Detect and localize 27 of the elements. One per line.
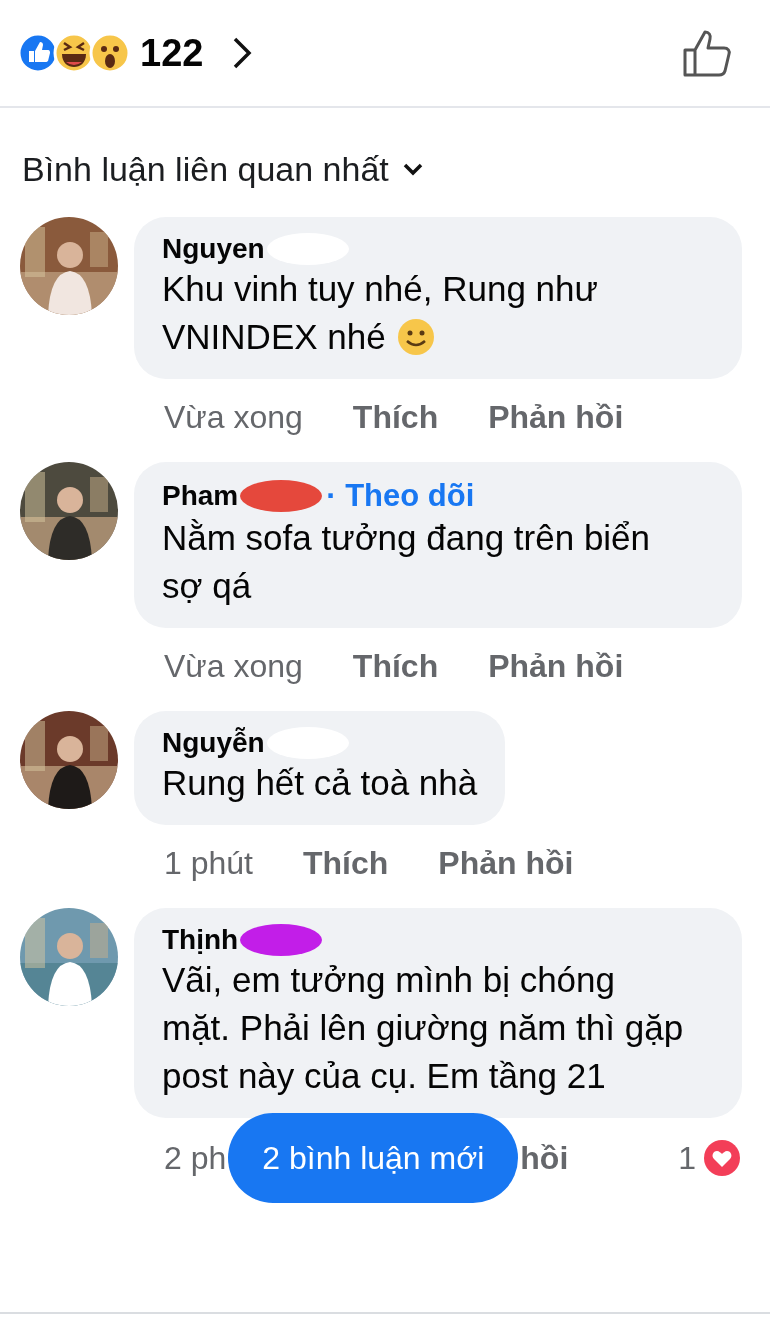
reaction-count[interactable]: 122 bbox=[140, 31, 204, 75]
thumbs-up-icon[interactable] bbox=[682, 28, 734, 78]
reply-link[interactable]: Phản hồi bbox=[488, 399, 624, 436]
comment-time: 2 ph bbox=[164, 1139, 227, 1177]
like-link[interactable]: Thích bbox=[352, 648, 439, 685]
comment-text: Rung hết cả toà nhà bbox=[162, 762, 478, 804]
like-link[interactable]: Thích bbox=[302, 845, 389, 882]
commenter-name[interactable]: Nguyễn bbox=[162, 727, 265, 759]
comment-time: Vừa xong bbox=[164, 399, 303, 436]
reply-link[interactable]: Phản hồi bbox=[488, 648, 624, 685]
reply-link[interactable]: Phản hồi bbox=[438, 845, 574, 882]
reply-link[interactable]: hồi bbox=[520, 1139, 569, 1177]
comment-text: Nằm sofa tưởng đang trên biển sợ qá bbox=[162, 517, 652, 607]
commenter-name[interactable]: Nguyen bbox=[162, 233, 265, 265]
new-comments-button[interactable]: 2 bình luận mới bbox=[228, 1113, 519, 1203]
sort-label[interactable]: Bình luận liên quan nhất bbox=[22, 150, 389, 189]
chevron-down-icon[interactable] bbox=[402, 162, 423, 177]
comment-time: 1 phút bbox=[164, 845, 253, 882]
chevron-right-icon[interactable] bbox=[231, 36, 254, 70]
reaction-count[interactable]: 1 bbox=[678, 1139, 696, 1177]
comment-time: Vừa xong bbox=[164, 648, 303, 685]
like-link[interactable]: Thích bbox=[352, 399, 439, 436]
comment-text: Khu vinh tuy nhé, Rung như VNINDEX nhé bbox=[162, 268, 599, 359]
commenter-name[interactable]: Thịnh bbox=[162, 924, 239, 956]
commenter-name[interactable]: Pham bbox=[162, 480, 239, 512]
comment-text: Vãi, em tưởng mình bị chóng mặt. Phải lên giường năm thì gặp post này của cụ. Em tầng 21 bbox=[162, 959, 685, 1097]
follow-link[interactable]: · Theo dõi bbox=[326, 478, 475, 514]
